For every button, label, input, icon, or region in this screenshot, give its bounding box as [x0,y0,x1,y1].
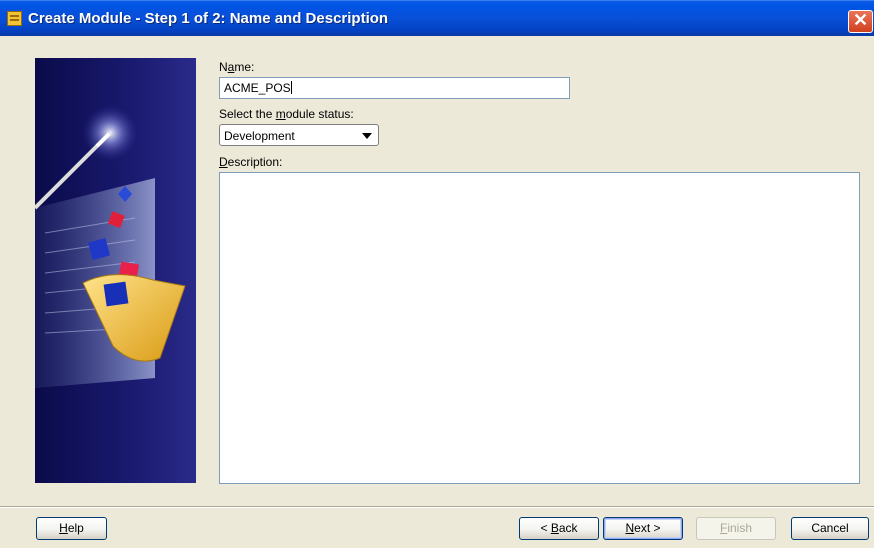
dropdown-arrow-icon[interactable] [362,133,372,139]
wizard-illustration [35,58,196,483]
module-status-value: Development [224,129,295,143]
close-button[interactable]: ✕ [848,10,873,33]
wizard-artwork-svg [35,105,186,388]
description-textarea[interactable] [219,172,860,484]
help-button[interactable]: Help [36,517,107,540]
title-bar[interactable]: Create Module - Step 1 of 2: Name and De… [0,0,874,36]
blue-cube-in-folder-icon [103,281,129,307]
back-button[interactable]: < Back [519,517,599,540]
description-label: Description: [219,155,283,169]
module-wizard-icon [7,11,22,26]
next-button[interactable]: Next > [603,517,683,540]
cancel-button[interactable]: Cancel [791,517,869,540]
module-name-input[interactable]: ACME_POS [219,77,570,99]
finish-button: Finish [696,517,776,540]
module-status-dropdown[interactable]: Development [219,124,379,146]
module-status-label: Select the module status: [219,107,354,121]
text-caret [290,81,292,94]
window-title: Create Module - Step 1 of 2: Name and De… [28,10,389,27]
name-label: Name: [219,60,255,74]
close-icon: ✕ [852,10,869,30]
module-name-value: ACME_POS [224,81,291,95]
